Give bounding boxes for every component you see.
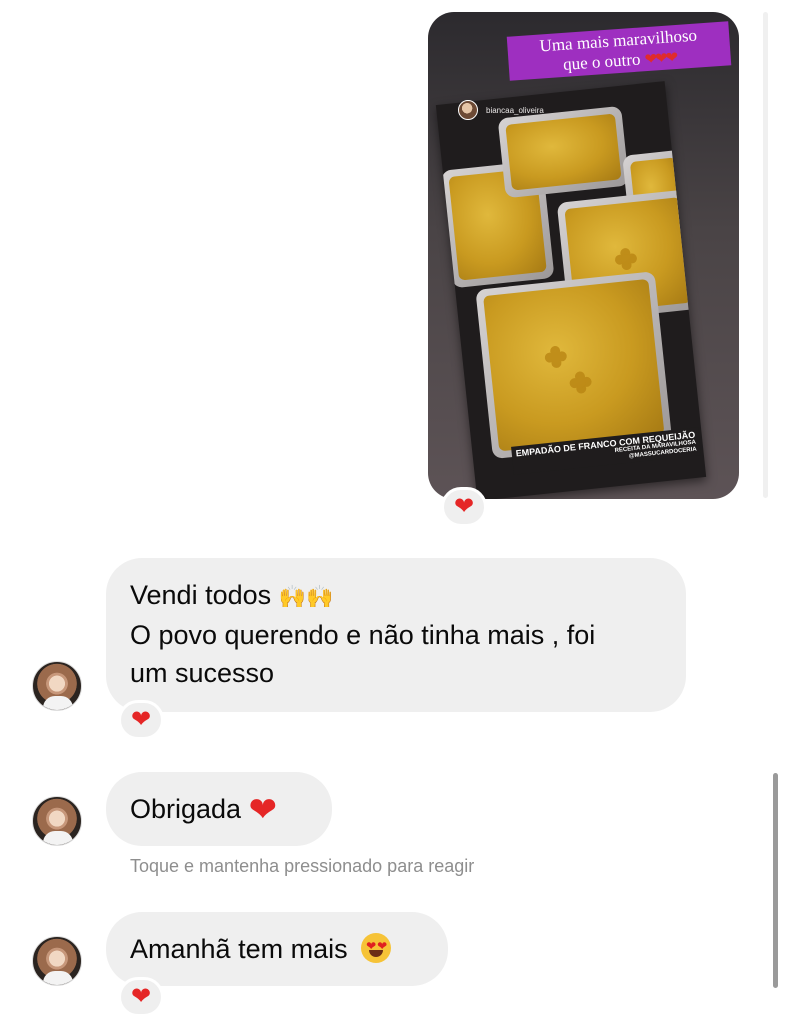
- message-reaction[interactable]: ❤: [118, 700, 164, 740]
- story-author-avatar: [458, 100, 478, 120]
- message-bubble-2[interactable]: Obrigada ❤: [106, 772, 332, 846]
- scrollbar-track[interactable]: [763, 12, 768, 498]
- message-bubble-3[interactable]: Amanhã tem mais ❤ ❤: [106, 912, 448, 986]
- message-bubble-1[interactable]: Vendi todos 🙌🙌 O povo querendo e não tin…: [106, 558, 686, 712]
- message-reaction[interactable]: ❤: [118, 977, 164, 1017]
- pie-tray-5: [475, 271, 673, 460]
- story-reaction[interactable]: ❤: [441, 487, 487, 527]
- raised-hands-icon: 🙌🙌: [278, 584, 334, 609]
- shared-story-card[interactable]: Uma mais maravilhoso que o outro ❤❤❤ bia…: [428, 12, 739, 499]
- message-text: O povo querendo e não tinha mais , foi: [130, 620, 596, 650]
- heart-icon: ❤: [130, 983, 152, 1010]
- message-text: Obrigada: [130, 794, 242, 824]
- story-header: biancaa_oliveira: [458, 100, 544, 120]
- heart-icon: ❤: [130, 706, 152, 733]
- message-text: Amanhã tem mais: [130, 934, 348, 964]
- hearts-icon: ❤❤❤: [644, 50, 677, 69]
- avatar[interactable]: [32, 796, 82, 846]
- reaction-hint: Toque e mantenha pressionado para reagir: [130, 856, 475, 876]
- chat-screen: Uma mais maravilhoso que o outro ❤❤❤ bia…: [0, 0, 785, 1024]
- avatar[interactable]: [32, 936, 82, 986]
- message-text: Vendi todos: [130, 580, 272, 610]
- message-text: um sucesso: [130, 658, 275, 688]
- story-username: biancaa_oliveira: [486, 105, 544, 115]
- story-caption: Uma mais maravilhoso que o outro ❤❤❤: [506, 21, 732, 81]
- heart-icon: ❤: [453, 493, 475, 520]
- heart-icon: ❤: [248, 791, 278, 829]
- scrollbar-thumb[interactable]: [773, 773, 778, 988]
- heart-eyes-face-icon: ❤ ❤: [361, 933, 392, 963]
- avatar[interactable]: [32, 661, 82, 711]
